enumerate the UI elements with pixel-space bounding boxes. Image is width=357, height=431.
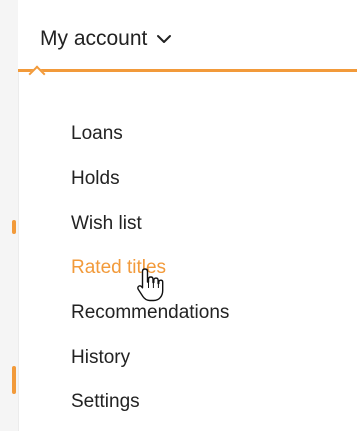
menu-item-wish-list[interactable]: Wish list [71,201,229,246]
account-dropdown-menu: Loans Holds Wish list Rated titles Recom… [18,72,357,431]
menu-item-settings[interactable]: Settings [71,380,229,425]
account-header: My account [18,0,357,72]
menu-item-history[interactable]: History [71,335,229,380]
background-accent-mark [12,220,16,234]
my-account-label: My account [40,27,148,50]
menu-item-holds[interactable]: Holds [71,157,229,202]
chevron-down-icon [157,35,172,43]
my-account-toggle[interactable]: My account [40,24,173,54]
hand-pointer-icon [137,268,164,302]
menu-item-loans[interactable]: Loans [71,112,229,157]
background-accent-mark [12,366,16,394]
